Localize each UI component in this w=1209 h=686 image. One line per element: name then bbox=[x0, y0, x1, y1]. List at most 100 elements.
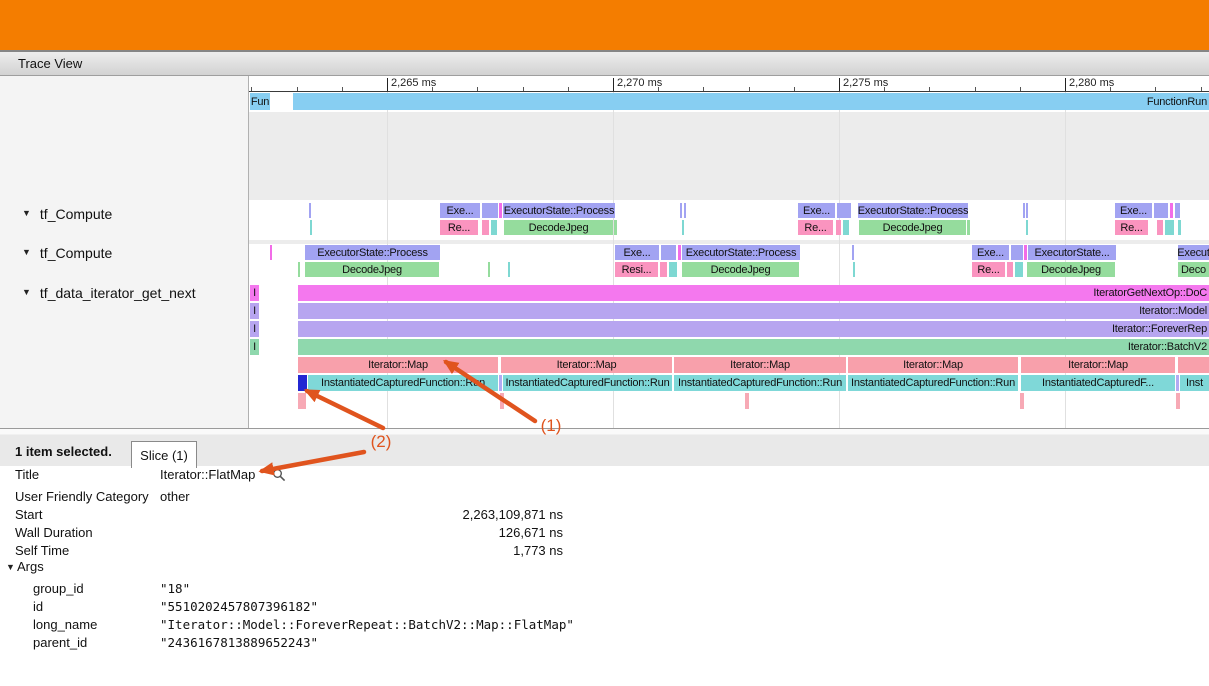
trace-slice[interactable] bbox=[499, 375, 502, 391]
trace-slice[interactable] bbox=[1154, 203, 1168, 218]
trace-slice[interactable] bbox=[298, 375, 307, 391]
trace-slice[interactable]: ExecutorState::Process bbox=[305, 245, 440, 260]
trace-slice[interactable] bbox=[491, 220, 497, 235]
trace-slice[interactable]: InstantiatedCapturedFunction::Run bbox=[503, 375, 672, 391]
trace-slice[interactable]: Re... bbox=[798, 220, 833, 235]
trace-slice[interactable] bbox=[852, 245, 854, 260]
trace-slice[interactable]: DecodeJpeg bbox=[305, 262, 439, 277]
trace-slice[interactable] bbox=[1176, 375, 1179, 391]
trace-slice[interactable]: InstantiatedCapturedFunction::Run bbox=[848, 375, 1018, 391]
trace-slice[interactable]: Resi... bbox=[615, 262, 658, 277]
sidebar-track[interactable]: ▼tf_data_iterator_get_next bbox=[22, 285, 196, 301]
trace-slice[interactable] bbox=[745, 393, 749, 409]
trace-slice[interactable] bbox=[270, 245, 272, 260]
trace-slice[interactable]: Exe... bbox=[1115, 203, 1152, 218]
trace-slice[interactable]: InstantiatedCapturedFunction::Run bbox=[674, 375, 846, 391]
trace-slice[interactable] bbox=[298, 393, 306, 409]
trace-slice[interactable] bbox=[1157, 220, 1163, 235]
trace-slice[interactable] bbox=[1015, 262, 1023, 277]
trace-slice[interactable]: Iterator::Map bbox=[501, 357, 672, 373]
trace-slice[interactable]: Deco bbox=[1178, 262, 1209, 277]
trace-slice[interactable] bbox=[482, 220, 489, 235]
trace-slice[interactable]: ExecutorState::Process bbox=[682, 245, 800, 260]
trace-slice[interactable] bbox=[1175, 203, 1180, 218]
track-label: tf_Compute bbox=[40, 245, 112, 261]
trace-slice[interactable] bbox=[1007, 262, 1013, 277]
trace-slice[interactable]: Fun bbox=[250, 93, 270, 110]
trace-slice[interactable] bbox=[500, 393, 504, 409]
trace-slice[interactable] bbox=[836, 220, 841, 235]
trace-slice[interactable]: DecodeJpeg bbox=[682, 262, 799, 277]
trace-slice[interactable] bbox=[1011, 245, 1023, 260]
timeline-canvas[interactable]: FunFunctionRunExe...ExecutorState::Proce… bbox=[249, 92, 1209, 428]
search-icon[interactable] bbox=[272, 468, 286, 482]
trace-slice[interactable]: ExecutorState::Process bbox=[503, 203, 615, 218]
trace-slice[interactable] bbox=[1026, 203, 1028, 218]
disclosure-triangle-icon[interactable]: ▼ bbox=[22, 208, 31, 218]
trace-slice[interactable]: I bbox=[250, 339, 259, 355]
trace-slice[interactable]: Iterator::Map bbox=[298, 357, 498, 373]
trace-slice[interactable] bbox=[508, 262, 510, 277]
sidebar-track[interactable]: ▼ tf_Compute bbox=[22, 245, 112, 261]
trace-slice[interactable]: I bbox=[250, 303, 259, 319]
trace-slice[interactable] bbox=[1178, 220, 1181, 235]
trace-slice[interactable]: I bbox=[250, 321, 259, 337]
trace-slice[interactable] bbox=[482, 203, 498, 218]
trace-slice[interactable] bbox=[614, 220, 617, 235]
trace-slice[interactable] bbox=[853, 262, 855, 277]
trace-slice[interactable]: Iterator::Map bbox=[1021, 357, 1175, 373]
trace-slice[interactable]: Iterator::Map bbox=[848, 357, 1018, 373]
trace-slice[interactable]: Exe... bbox=[972, 245, 1009, 260]
trace-slice[interactable]: DecodeJpeg bbox=[1027, 262, 1115, 277]
trace-slice[interactable] bbox=[488, 262, 490, 277]
trace-slice[interactable]: Iterator::BatchV2 bbox=[298, 339, 1209, 355]
trace-slice[interactable] bbox=[837, 203, 851, 218]
disclosure-triangle-icon[interactable]: ▼ bbox=[22, 287, 31, 297]
trace-slice[interactable]: Re... bbox=[1115, 220, 1148, 235]
collapse-triangle-icon[interactable]: ▼ bbox=[6, 558, 15, 576]
trace-slice[interactable] bbox=[310, 220, 312, 235]
trace-slice[interactable] bbox=[661, 245, 676, 260]
trace-slice[interactable]: ExecutorState::Process bbox=[858, 203, 968, 218]
trace-slice[interactable]: Execut bbox=[1178, 245, 1209, 260]
trace-slice[interactable]: ExecutorState... bbox=[1028, 245, 1116, 260]
trace-slice[interactable]: Iterator::Model bbox=[298, 303, 1209, 319]
trace-slice[interactable]: Inst bbox=[1180, 375, 1209, 391]
trace-slice[interactable] bbox=[967, 220, 970, 235]
trace-slice[interactable]: Iterator::Map bbox=[674, 357, 846, 373]
trace-slice[interactable] bbox=[1023, 203, 1025, 218]
trace-slice[interactable] bbox=[678, 245, 681, 260]
tab-slice[interactable]: Slice (1) bbox=[131, 441, 197, 468]
trace-slice[interactable]: Exe... bbox=[615, 245, 659, 260]
trace-slice[interactable]: DecodeJpeg bbox=[504, 220, 613, 235]
trace-slice[interactable]: Exe... bbox=[440, 203, 480, 218]
trace-slice[interactable] bbox=[1178, 357, 1209, 373]
trace-slice[interactable] bbox=[1020, 393, 1024, 409]
trace-slice[interactable]: InstantiatedCapturedF... bbox=[1021, 375, 1175, 391]
trace-slice[interactable] bbox=[1024, 245, 1027, 260]
trace-slice[interactable]: Exe... bbox=[798, 203, 835, 218]
trace-slice[interactable]: Re... bbox=[440, 220, 478, 235]
trace-slice[interactable]: Iterator::ForeverRep bbox=[298, 321, 1209, 337]
trace-slice[interactable] bbox=[1026, 220, 1028, 235]
trace-slice[interactable] bbox=[1170, 203, 1173, 218]
trace-slice[interactable]: I bbox=[250, 285, 259, 301]
sidebar-track[interactable]: ▼tf_Compute bbox=[22, 206, 112, 222]
trace-slice[interactable] bbox=[309, 203, 311, 218]
trace-slice[interactable]: InstantiatedCapturedFunction::Run bbox=[308, 375, 498, 391]
trace-slice[interactable] bbox=[684, 203, 686, 218]
trace-slice[interactable] bbox=[682, 220, 684, 235]
trace-slice[interactable] bbox=[1176, 393, 1180, 409]
trace-slice[interactable]: FunctionRun bbox=[293, 93, 1209, 110]
trace-slice[interactable]: IteratorGetNextOp::DoC bbox=[298, 285, 1209, 301]
trace-slice[interactable] bbox=[298, 262, 300, 277]
trace-slice[interactable] bbox=[660, 262, 667, 277]
trace-slice[interactable] bbox=[1165, 220, 1174, 235]
trace-slice[interactable] bbox=[499, 203, 502, 218]
trace-slice[interactable] bbox=[843, 220, 849, 235]
trace-slice[interactable] bbox=[669, 262, 677, 277]
trace-slice[interactable]: DecodeJpeg bbox=[859, 220, 966, 235]
disclosure-triangle-icon[interactable]: ▼ bbox=[22, 247, 31, 257]
trace-slice[interactable]: Re... bbox=[972, 262, 1005, 277]
trace-slice[interactable] bbox=[680, 203, 682, 218]
